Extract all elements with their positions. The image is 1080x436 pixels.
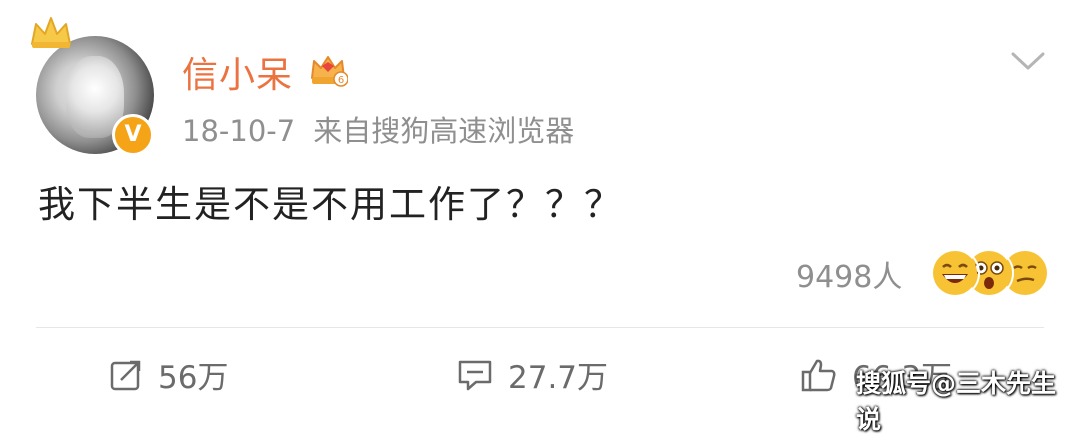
post-source[interactable]: 来自搜狗高速浏览器	[313, 114, 574, 148]
crown-icon	[31, 17, 71, 48]
verified-badge-icon: V	[112, 114, 154, 156]
post-meta: 18-10-7 来自搜狗高速浏览器	[182, 108, 574, 150]
share-icon	[110, 360, 141, 390]
chevron-down-icon[interactable]	[1010, 50, 1046, 72]
vip-level: 6	[338, 75, 344, 86]
grinning-face-icon	[930, 248, 980, 298]
post-date: 18-10-7	[182, 114, 296, 148]
watermark: 搜狐号@三木先生说	[856, 369, 1057, 434]
reaction-count[interactable]: 9498人	[796, 252, 902, 296]
vip-crown-icon: 6	[311, 56, 348, 87]
divider	[36, 327, 1044, 328]
username[interactable]: 信小呆	[182, 46, 293, 98]
share-count: 56万	[158, 360, 229, 396]
share-button[interactable]: 56万	[108, 352, 228, 397]
thumbs-up-icon	[801, 359, 836, 391]
reaction-emojis[interactable]	[930, 248, 1050, 298]
comment-count: 27.7万	[508, 360, 609, 396]
post-content: 我下半生是不是不用工作了？？？	[38, 183, 623, 226]
comment-button[interactable]: 27.7万	[456, 352, 608, 397]
comment-icon	[458, 360, 492, 390]
